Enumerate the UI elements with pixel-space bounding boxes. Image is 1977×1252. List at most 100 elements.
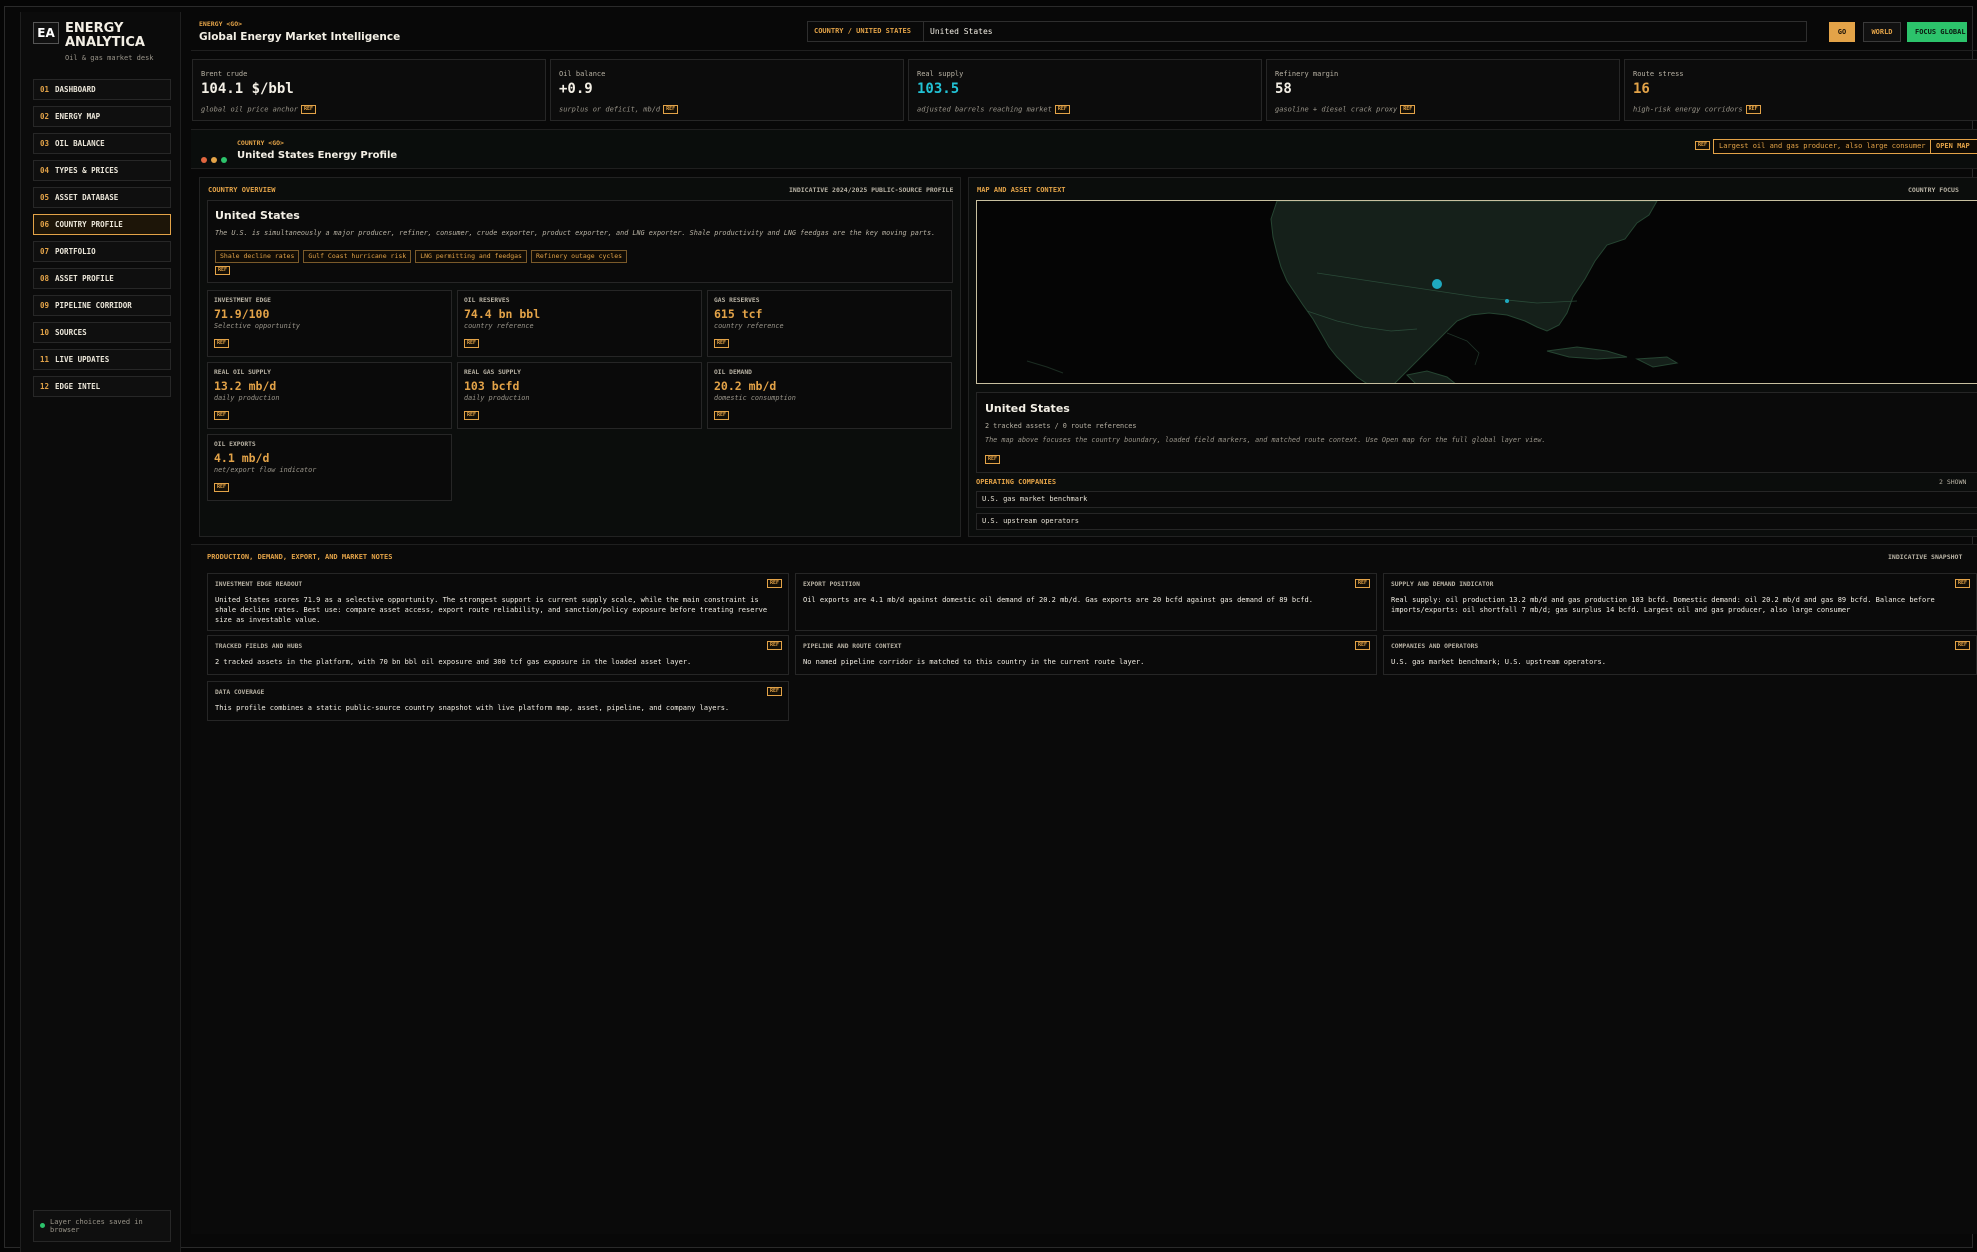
kpi-card: Real supply 103.5 adjusted barrels reachin… bbox=[908, 59, 1262, 121]
status-dot-icon bbox=[40, 1223, 45, 1228]
sidebar-item-pipeline-corridor[interactable]: 09 PIPELINE CORRIDOR bbox=[33, 295, 171, 316]
risk-chip[interactable]: Refinery outage cycles bbox=[530, 250, 628, 263]
note-label: INVESTMENT EDGE READOUT bbox=[215, 581, 303, 588]
kpi-row: Brent crude 104.1 $/bbl global oil price a… bbox=[191, 59, 1977, 121]
ref-badge[interactable]: REF bbox=[766, 579, 782, 588]
profile-tag: Largest oil and gas producer, also large… bbox=[1713, 139, 1932, 154]
sidebar-item-edge-intel[interactable]: 12 EDGE INTEL bbox=[33, 376, 171, 397]
ref-badge[interactable]: REF bbox=[663, 105, 679, 114]
metric-value: 615 tcf bbox=[714, 307, 763, 321]
sidebar-item-number: 11 bbox=[40, 355, 50, 364]
ref-badge[interactable]: REF bbox=[1954, 579, 1970, 588]
sidebar-item-label: SOURCES bbox=[55, 328, 87, 337]
note-label: PIPELINE AND ROUTE CONTEXT bbox=[803, 643, 902, 650]
sidebar-item-asset-profile[interactable]: 08 ASSET PROFILE bbox=[33, 268, 171, 289]
header-kicker: ENERGY <GO> bbox=[199, 20, 243, 28]
kpi-label: Oil balance bbox=[559, 70, 606, 78]
metric-note: domestic consumption bbox=[714, 394, 796, 402]
country-description: The U.S. is simultaneously a major produ… bbox=[215, 229, 936, 237]
sidebar-item-label: TYPES & PRICES bbox=[55, 166, 119, 175]
brand: EA ENERGY ANALYTICA Oil & gas market des… bbox=[33, 18, 183, 68]
sidebar-item-types-prices[interactable]: 04 TYPES & PRICES bbox=[33, 160, 171, 181]
overview-source-note: INDICATIVE 2024/2025 PUBLIC-SOURCE PROFI… bbox=[789, 186, 954, 194]
map-country-name: United States bbox=[985, 402, 1070, 415]
market-notes-panel: PRODUCTION, DEMAND, EXPORT, AND MARKET N… bbox=[191, 544, 1977, 1234]
note-text: 2 tracked assets in the platform, with 7… bbox=[215, 658, 692, 666]
amber-dot-icon bbox=[211, 157, 217, 163]
ref-badge[interactable]: REF bbox=[300, 105, 316, 114]
note-text: Oil exports are 4.1 mb/d against domesti… bbox=[803, 596, 1313, 604]
ref-badge[interactable]: REF bbox=[1745, 105, 1761, 114]
kpi-note: high-risk energy corridors REF bbox=[1633, 105, 1761, 114]
map-svg bbox=[977, 201, 1977, 383]
sidebar-item-number: 02 bbox=[40, 112, 50, 121]
ref-badge[interactable]: REF bbox=[766, 641, 782, 650]
note-text: U.S. gas market benchmark; U.S. upstream… bbox=[1391, 658, 1606, 666]
ref-badge[interactable]: REF bbox=[464, 411, 480, 420]
risk-chip[interactable]: Gulf Coast hurricane risk bbox=[303, 250, 412, 263]
note-text: United States scores 71.9 as a selective… bbox=[215, 596, 768, 624]
open-map-button[interactable]: OPEN MAP bbox=[1930, 139, 1977, 154]
sidebar-item-label: PIPELINE CORRIDOR bbox=[55, 301, 132, 310]
top-bar: ENERGY <GO> Global Energy Market Intelli… bbox=[191, 12, 1977, 51]
risk-chip[interactable]: LNG permitting and feedgas bbox=[415, 250, 527, 263]
kpi-label: Real supply bbox=[917, 70, 964, 78]
sidebar-item-dashboard[interactable]: 01 DASHBOARD bbox=[33, 79, 171, 100]
ref-badge[interactable]: REF bbox=[985, 455, 1001, 464]
sidebar-item-live-updates[interactable]: 11 LIVE UPDATES bbox=[33, 349, 171, 370]
metric-card: OIL EXPORTS 4.1 mb/d net/export flow indic… bbox=[207, 434, 452, 501]
overview-card: United States The U.S. is simultaneously… bbox=[207, 200, 953, 283]
kpi-label: Refinery margin bbox=[1275, 70, 1339, 78]
metric-note: country reference bbox=[714, 322, 784, 330]
metric-card: REAL OIL SUPPLY 13.2 mb/d daily production… bbox=[207, 362, 452, 429]
ref-badge[interactable]: REF bbox=[714, 411, 730, 420]
notes-title: PRODUCTION, DEMAND, EXPORT, AND MARKET N… bbox=[207, 553, 393, 561]
company-row[interactable]: U.S. upstream operators bbox=[976, 513, 1977, 530]
note-text: No named pipeline corridor is matched to… bbox=[803, 658, 1145, 666]
ref-badge[interactable]: REF bbox=[1954, 641, 1970, 650]
ref-badge[interactable]: REF bbox=[1054, 105, 1070, 114]
sidebar-item-portfolio[interactable]: 07 PORTFOLIO bbox=[33, 241, 171, 262]
search-input[interactable] bbox=[923, 22, 1623, 41]
overview-title: COUNTRY OVERVIEW bbox=[208, 186, 276, 194]
sidebar-item-oil-balance[interactable]: 03 OIL BALANCE bbox=[33, 133, 171, 154]
world-button[interactable]: WORLD bbox=[1863, 22, 1901, 42]
country-search: COUNTRY / UNITED STATES bbox=[807, 21, 1807, 42]
search-label: COUNTRY / UNITED STATES bbox=[814, 27, 911, 35]
ref-badge[interactable]: REF bbox=[464, 339, 480, 348]
sidebar-item-number: 04 bbox=[40, 166, 50, 175]
sidebar-item-asset-database[interactable]: 05 ASSET DATABASE bbox=[33, 187, 171, 208]
ref-badge[interactable]: REF bbox=[1400, 105, 1416, 114]
asset-marker bbox=[1432, 279, 1442, 289]
ref-badge[interactable]: REF bbox=[214, 411, 230, 420]
sidebar-item-number: 05 bbox=[40, 193, 50, 202]
focus-global-button[interactable]: FOCUS GLOBAL bbox=[1907, 22, 1967, 42]
ref-badge[interactable]: REF bbox=[1354, 641, 1370, 650]
ref-badge[interactable]: REF bbox=[1354, 579, 1370, 588]
risk-chip[interactable]: Shale decline rates bbox=[215, 250, 300, 263]
ref-badge[interactable]: REF bbox=[714, 339, 730, 348]
go-button[interactable]: GO bbox=[1829, 22, 1855, 42]
kpi-card: Brent crude 104.1 $/bbl global oil price a… bbox=[192, 59, 546, 121]
sidebar-item-energy-map[interactable]: 02 ENERGY MAP bbox=[33, 106, 171, 127]
ref-badge[interactable]: REF bbox=[766, 687, 782, 696]
kpi-note: surplus or deficit, mb/d REF bbox=[559, 105, 679, 114]
ref-badge[interactable]: REF bbox=[214, 483, 230, 492]
sidebar-item-number: 07 bbox=[40, 247, 50, 256]
brand-subtitle: Oil & gas market desk bbox=[65, 54, 154, 62]
metric-label: REAL GAS SUPPLY bbox=[464, 369, 521, 376]
ref-badge[interactable]: REF bbox=[1695, 141, 1711, 150]
sidebar-item-label: ASSET PROFILE bbox=[55, 274, 114, 283]
country-map[interactable] bbox=[976, 200, 1977, 384]
sidebar-item-sources[interactable]: 10 SOURCES bbox=[33, 322, 171, 343]
kpi-value: +0.9 bbox=[559, 81, 593, 97]
sidebar-item-label: LIVE UPDATES bbox=[55, 355, 110, 364]
ref-badge[interactable]: REF bbox=[215, 266, 231, 275]
brand-name: ENERGY ANALYTICA bbox=[65, 21, 145, 50]
ref-badge[interactable]: REF bbox=[214, 339, 230, 348]
main-content: ENERGY <GO> Global Energy Market Intelli… bbox=[191, 12, 1977, 1234]
sidebar-item-country-profile[interactable]: 06 COUNTRY PROFILE bbox=[33, 214, 171, 235]
metric-value: 74.4 bn bbl bbox=[464, 307, 541, 321]
company-row[interactable]: U.S. gas market benchmark bbox=[976, 491, 1977, 508]
kpi-value: 104.1 $/bbl bbox=[201, 81, 294, 97]
